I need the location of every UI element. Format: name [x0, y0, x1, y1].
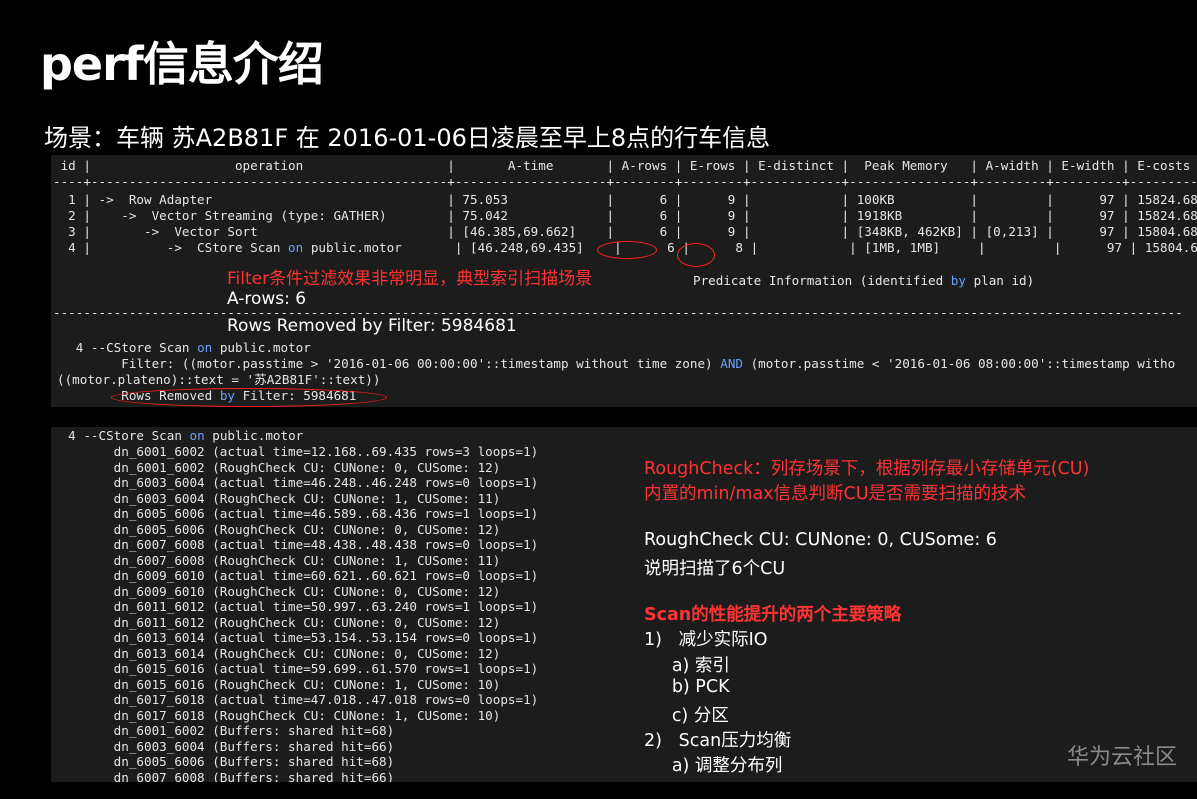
scan-node-header: 4 --CStore Scan on public.motor: [53, 340, 311, 355]
e-rows-highlight-circle: [677, 243, 715, 267]
filter-annotation: Filter条件过滤效果非常明显，典型索引扫描场景: [227, 269, 593, 289]
strategy-item-1a: a) 索引: [644, 656, 730, 676]
roughcheck-cu-stat: RoughCheck CU: CUNone: 0, CUSome: 6: [644, 530, 997, 550]
detail-log-line: dn_6015_6016 (actual time=59.699..61.570…: [53, 661, 539, 676]
plan-separator: ----+-----------------------------------…: [53, 174, 1197, 189]
strategy-item-2: 2) Scan压力均衡: [644, 731, 792, 751]
plan-header-row: id | operation | A-time | A-rows | E-row…: [53, 158, 1191, 173]
strategy-item-1b: b) PCK: [644, 677, 730, 697]
plan-row-1: 1 | -> Row Adapter | 75.053 | 6 | 9 | | …: [53, 192, 1197, 207]
detail-log-line: dn_6001_6002 (RoughCheck CU: CUNone: 0, …: [53, 459, 501, 475]
plan-row-3: 3 | -> Vector Sort | [46.385,69.662] | 6…: [53, 224, 1197, 239]
community-watermark: 华为云社区: [1066, 745, 1177, 770]
detail-log-line: dn_6001_6002 (actual time=12.168..69.435…: [53, 444, 539, 459]
predicate-info-header: Predicate Information (identified by pla…: [693, 273, 1035, 288]
detail-log-line: dn_6015_6016 (RoughCheck CU: CUNone: 1, …: [53, 676, 501, 692]
detail-header: 4 --CStore Scan on public.motor: [53, 428, 304, 443]
detail-log-line: dn_6007_6008 (actual time=48.438..48.438…: [53, 537, 539, 552]
detail-log-line: dn_6009_6010 (RoughCheck CU: CUNone: 0, …: [53, 583, 501, 599]
slide-title: perf信息介绍: [40, 37, 324, 91]
detail-log-line: dn_6017_6018 (RoughCheck CU: CUNone: 1, …: [53, 707, 501, 723]
strategy-title: Scan的性能提升的两个主要策略: [644, 605, 902, 625]
detail-log-line: dn_6011_6012 (RoughCheck CU: CUNone: 0, …: [53, 614, 501, 630]
filter-line-continued: ((motor.plateno)::text = '苏A2B81F'::text…: [57, 372, 381, 387]
dash-separator: ----------------------------------------…: [53, 305, 1183, 320]
detail-log-line: dn_6017_6018 (actual time=47.018..47.018…: [53, 692, 539, 707]
roughcheck-definition-1: RoughCheck：列存场景下，根据列存最小存储单元(CU): [644, 459, 1090, 479]
detail-log-line: dn_6003_6004 (RoughCheck CU: CUNone: 1, …: [53, 490, 501, 506]
detail-log-line: dn_6005_6006 (RoughCheck CU: CUNone: 0, …: [53, 521, 501, 537]
detail-log-line: dn_6013_6014 (actual time=53.154..53.154…: [53, 630, 539, 645]
detail-log-line: dn_6001_6002 (Buffers: shared hit=68): [53, 723, 395, 738]
a-rows-annotation: A-rows: 6: [227, 289, 307, 309]
rows-removed-highlight-circle: [111, 388, 387, 407]
plan-output-terminal: id | operation | A-time | A-rows | E-row…: [51, 155, 1197, 407]
detail-log-line: dn_6003_6004 (actual time=46.248..46.248…: [53, 475, 539, 490]
strategy-item-1c: c) 分区: [644, 706, 729, 726]
detail-log-line: dn_6007_6008 (Buffers: shared hit=66): [53, 769, 395, 783]
a-rows-highlight-circle: [597, 241, 657, 259]
plan-row-2: 2 | -> Vector Streaming (type: GATHER) |…: [53, 208, 1197, 223]
scan-summary: 说明扫描了6个CU: [644, 559, 786, 579]
detail-log-line: dn_6005_6006 (actual time=46.589..68.436…: [53, 506, 539, 521]
filter-line: Filter: ((motor.passtime > '2016-01-06 0…: [53, 356, 1176, 371]
detail-log-line: dn_6003_6004 (Buffers: shared hit=66): [53, 738, 395, 754]
strategy-item-1: 1) 减少实际IO: [644, 630, 768, 650]
detail-log-line: dn_6007_6008 (RoughCheck CU: CUNone: 1, …: [53, 552, 501, 568]
scenario-subtitle: 场景：车辆 苏A2B81F 在 2016-01-06日凌晨至早上8点的行车信息: [44, 124, 771, 152]
detail-log-line: dn_6005_6006 (Buffers: shared hit=68): [53, 754, 395, 769]
strategy-item-2a: a) 调整分布列: [644, 756, 783, 776]
rows-removed-annotation: Rows Removed by Filter: 5984681: [227, 316, 517, 336]
roughcheck-definition-2: 内置的min/max信息判断CU是否需要扫描的技术: [644, 484, 1027, 504]
detail-log-line: dn_6009_6010 (actual time=60.621..60.621…: [53, 568, 539, 583]
detail-log-line: dn_6011_6012 (actual time=50.997..63.240…: [53, 599, 539, 614]
detail-log-line: dn_6013_6014 (RoughCheck CU: CUNone: 0, …: [53, 645, 501, 661]
